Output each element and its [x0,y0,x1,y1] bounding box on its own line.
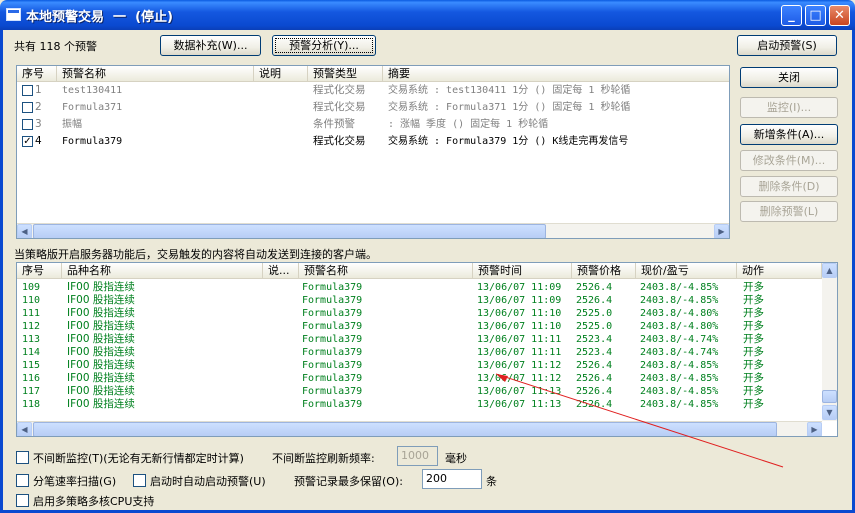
tick-scan-checkbox[interactable] [16,474,29,487]
refresh-unit-label: 毫秒 [445,452,467,465]
autostart-label: 启动时自动启动预警(U) [150,475,266,488]
continuous-monitor-label: 不间断监控(T)(无论有无新行情都定时计算) [33,452,244,465]
arrow-head [496,374,508,382]
multicore-label: 启用多策略多核CPU支持 [33,495,155,508]
autostart-checkbox[interactable] [133,474,146,487]
max-keep-label: 预警记录最多保留(O): [294,475,403,488]
refresh-rate-input[interactable]: 1000 [397,446,438,466]
max-keep-input[interactable]: 200 [422,469,482,489]
tick-scan-label: 分笔速率扫描(G) [33,475,117,488]
annotation-arrow [495,373,784,468]
arrow-line [495,373,784,468]
refresh-rate-label: 不间断监控刷新频率: [272,452,375,465]
multicore-checkbox[interactable] [16,494,29,507]
max-keep-unit-label: 条 [486,475,497,488]
continuous-monitor-checkbox[interactable] [16,451,29,464]
